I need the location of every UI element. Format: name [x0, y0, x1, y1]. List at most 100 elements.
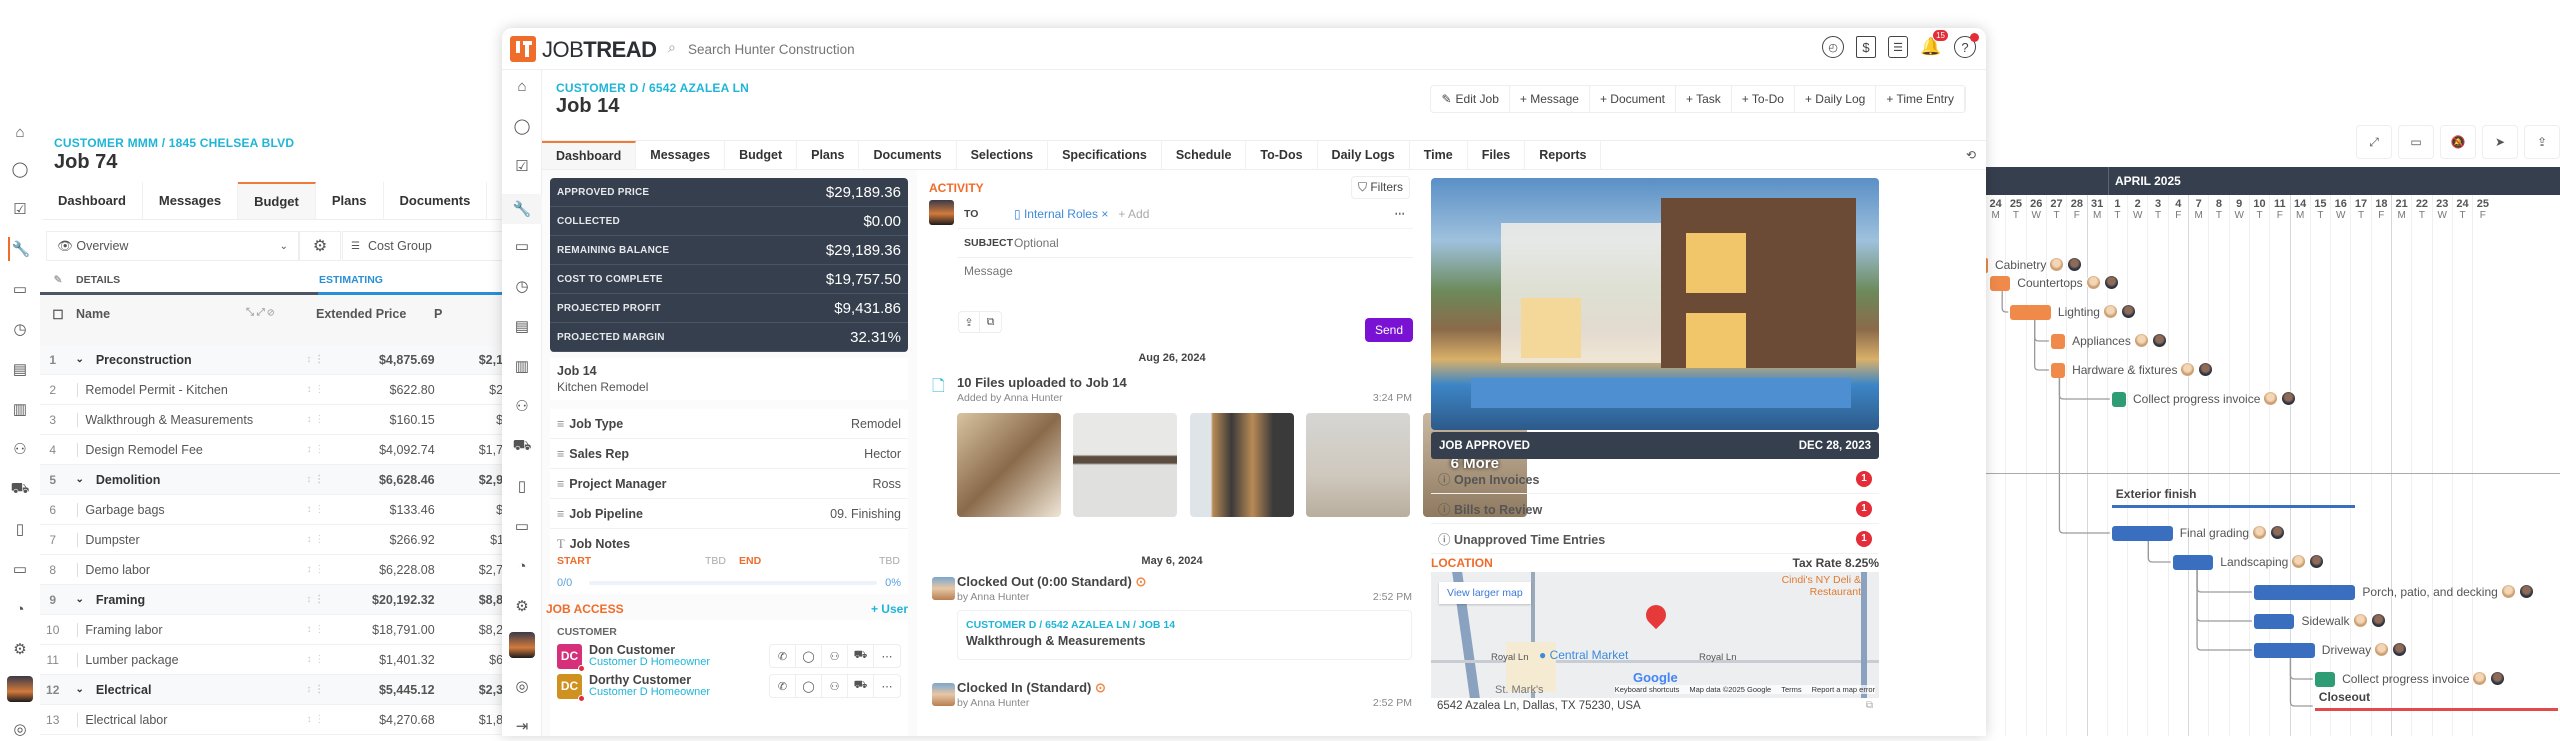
- table-row[interactable]: 8 Demo labor ↕ ⋮ $6,228.08 $2,72: [40, 555, 510, 585]
- job-field-row[interactable]: ≡ Project Manager Ross: [550, 469, 908, 499]
- gantt-task-bar[interactable]: [2111, 526, 2173, 541]
- gantt-task-bar[interactable]: [2010, 305, 2051, 320]
- table-row[interactable]: 2 Remodel Permit - Kitchen ↕ ⋮ $622.80 $27: [40, 375, 510, 405]
- gantt-task-label[interactable]: Collect progress invoice: [2133, 391, 2297, 406]
- truck-icon[interactable]: ⛟: [848, 645, 874, 667]
- gantt-group-bar[interactable]: [2111, 505, 2356, 508]
- truck-icon[interactable]: ⛟: [8, 477, 32, 501]
- table-row[interactable]: 12 ⌄ Electrical ↕ ⋮ $5,445.12 $2,38: [40, 675, 510, 705]
- drag-handle-icon[interactable]: ↕ ⋮: [306, 684, 340, 695]
- avatar[interactable]: [7, 676, 33, 702]
- message-input[interactable]: [958, 258, 1413, 306]
- column-tools-icons[interactable]: ⤡ ⤢ ⊘: [246, 307, 316, 318]
- drag-handle-icon[interactable]: ↕ ⋮: [307, 504, 341, 515]
- gantt-task-label[interactable]: Sidewalk: [2302, 613, 2386, 628]
- job-field-row[interactable]: ≡ Job Pipeline 09. Finishing: [550, 499, 908, 529]
- more-icon[interactable]: ⋯: [874, 675, 900, 697]
- clock-icon[interactable]: ◷: [8, 317, 32, 341]
- edit-icon[interactable]: ✎: [40, 274, 76, 286]
- users-icon[interactable]: ⚇: [510, 394, 534, 418]
- item-name[interactable]: Electrical labor: [85, 713, 167, 727]
- view-larger-map-link[interactable]: View larger map: [1439, 582, 1531, 604]
- item-name[interactable]: Electrical: [96, 683, 152, 697]
- settings-button[interactable]: ⚙: [299, 231, 341, 261]
- wrench-icon[interactable]: 🔧: [502, 194, 542, 224]
- table-row[interactable]: 4 Design Remodel Fee ↕ ⋮ $4,092.74 $1,79: [40, 435, 510, 465]
- item-name[interactable]: Framing labor: [85, 623, 162, 637]
- gantt-task-label[interactable]: Lighting: [2058, 304, 2136, 319]
- tab-reports[interactable]: Reports: [1525, 141, 1602, 169]
- chat-icon[interactable]: ◯: [796, 675, 822, 697]
- calendar-icon[interactable]: ▭: [510, 234, 534, 258]
- lifebuoy-icon[interactable]: ◎: [510, 674, 534, 698]
- drag-handle-icon[interactable]: ↕ ⋮: [307, 414, 341, 425]
- tab-selections[interactable]: Selections: [957, 141, 1049, 169]
- tab-dashboard[interactable]: Dashboard: [542, 141, 637, 169]
- add-user-button[interactable]: + User: [871, 602, 908, 616]
- table-row[interactable]: 3 Walkthrough & Measurements ↕ ⋮ $160.15$7: [40, 405, 510, 435]
- item-name[interactable]: Remodel Permit - Kitchen: [85, 383, 227, 397]
- home-icon[interactable]: ⌂: [510, 74, 534, 98]
- dollar-receipt-icon[interactable]: $: [1856, 36, 1876, 58]
- drag-handle-icon[interactable]: ↕ ⋮: [307, 624, 341, 635]
- gear-icon[interactable]: ⚙: [8, 637, 32, 661]
- clock-icon[interactable]: ◷: [510, 274, 534, 298]
- summary-item[interactable]: ⓘ Bills to Review 1: [1431, 494, 1879, 524]
- send-button[interactable]: Send: [1364, 318, 1413, 342]
- recipient-chip[interactable]: ▯ Internal Roles ×: [1014, 207, 1108, 221]
- map-footer-link[interactable]: Map data ©2025 Google: [1689, 685, 1771, 694]
- add-document-button[interactable]: + Document: [1590, 86, 1676, 112]
- item-name[interactable]: Demo labor: [85, 563, 150, 577]
- phone-icon[interactable]: ✆: [770, 645, 796, 667]
- chevron-down-icon[interactable]: ⌄: [75, 474, 83, 485]
- map-footer-link[interactable]: Terms: [1781, 685, 1801, 694]
- drag-handle-icon[interactable]: ↕ ⋮: [307, 534, 341, 545]
- table-row[interactable]: 10 Framing labor ↕ ⋮ $18,791.00 $8,23: [40, 615, 510, 645]
- clipboard-icon[interactable]: ☰: [1888, 36, 1908, 58]
- gantt-task-label[interactable]: Final grading: [2180, 525, 2286, 540]
- copy-icon[interactable]: ⧉: [980, 312, 1001, 332]
- add-task-button[interactable]: + Task: [1676, 86, 1732, 112]
- search-input[interactable]: [688, 36, 1088, 62]
- item-name[interactable]: Dumpster: [85, 533, 139, 547]
- phone-icon[interactable]: ✆: [770, 675, 796, 697]
- book-icon[interactable]: ▯: [8, 517, 32, 541]
- add-daily-log-button[interactable]: + Daily Log: [1795, 86, 1877, 112]
- table-row[interactable]: 13 Electrical labor ↕ ⋮ $4,270.68 $1,87: [40, 705, 510, 735]
- gantt-task-bar[interactable]: [2172, 555, 2214, 570]
- gantt-task-bar[interactable]: [2253, 614, 2295, 629]
- folder-icon[interactable]: ▭: [8, 557, 32, 581]
- item-name[interactable]: Design Remodel Fee: [85, 443, 202, 457]
- checkbox-icon[interactable]: ☑: [8, 197, 32, 221]
- gear-icon[interactable]: ⚙: [510, 594, 534, 618]
- map-footer-link[interactable]: Report a map error: [1812, 685, 1875, 694]
- job-field-row[interactable]: ≡ Sales Rep Hector: [550, 439, 908, 469]
- pie-chart-icon[interactable]: ◔: [510, 554, 534, 578]
- jobtread-logo-icon[interactable]: [510, 36, 536, 62]
- tab-budget[interactable]: Budget: [725, 141, 798, 169]
- gantt-group-bar[interactable]: [2314, 708, 2559, 711]
- gantt-task-bar[interactable]: [2253, 585, 2356, 600]
- upload-icon[interactable]: ⇪: [959, 312, 981, 332]
- tab-daily-logs[interactable]: Daily Logs: [1318, 141, 1410, 169]
- select-all-checkbox[interactable]: ☐: [40, 307, 76, 322]
- group-by-select[interactable]: ☰ Cost Group: [342, 231, 510, 261]
- photo-thumbnail[interactable]: [1189, 413, 1294, 517]
- add-recipient-button[interactable]: + Add: [1118, 207, 1149, 221]
- chevron-down-icon[interactable]: ⌄: [75, 684, 83, 695]
- chat-icon[interactable]: ◯: [510, 114, 534, 138]
- edit-job-button[interactable]: ✎ Edit Job: [1431, 86, 1510, 112]
- gantt-task-bar[interactable]: [2253, 643, 2315, 658]
- summary-item[interactable]: ⓘ Unapproved Time Entries 1: [1431, 524, 1879, 554]
- breadcrumb[interactable]: CUSTOMER D / 6542 AZALEA LN: [556, 81, 749, 95]
- tab-files[interactable]: Files: [1468, 141, 1526, 169]
- time-entry-card[interactable]: CUSTOMER D / 6542 AZALEA LN / JOB 14 Wal…: [957, 610, 1412, 660]
- calendar-icon[interactable]: ▭: [8, 277, 32, 301]
- lifebuoy-icon[interactable]: ◎: [8, 717, 32, 741]
- home-icon[interactable]: ⌂: [8, 120, 32, 144]
- chat-icon[interactable]: ◯: [796, 645, 822, 667]
- drag-handle-icon[interactable]: ↕ ⋮: [307, 654, 341, 665]
- item-name[interactable]: Lumber package: [85, 653, 178, 667]
- table-row[interactable]: 9 ⌄ Framing ↕ ⋮ $20,192.32 $8,84: [40, 585, 510, 615]
- photo-thumbnail[interactable]: [1306, 413, 1411, 517]
